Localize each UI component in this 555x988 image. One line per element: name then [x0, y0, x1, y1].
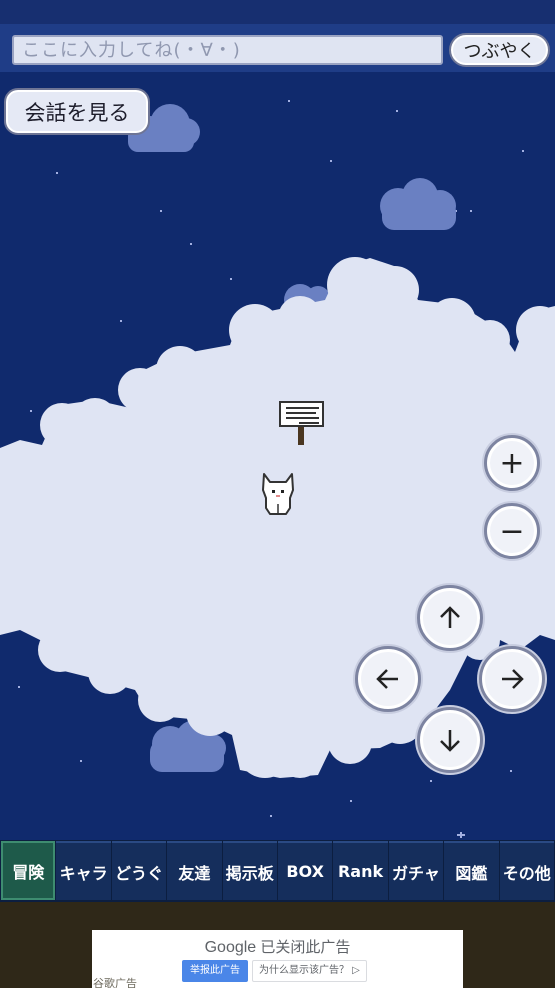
tab-board[interactable]: 掲示板	[222, 841, 277, 900]
game-viewport[interactable]: つぶやく 会話を見る + −	[0, 0, 555, 840]
report-ad-button[interactable]: 举报此广告	[182, 960, 248, 982]
bottom-menu: 冒険 キャラ どうぐ 友達 掲示板 BOX Rank ガチャ 図鑑 その他	[0, 840, 555, 902]
minus-icon: −	[499, 513, 525, 549]
zoom-out-button[interactable]: −	[484, 503, 540, 559]
chat-input[interactable]	[12, 35, 443, 65]
tab-friends[interactable]: 友達	[167, 841, 222, 900]
tab-box[interactable]: BOX	[277, 841, 333, 900]
player-cat	[262, 473, 294, 515]
tweet-button[interactable]: つぶやく	[449, 33, 550, 67]
ad-area: Google 已关闭此广告 举报此广告 为什么显示该广告？ ▷ 谷歌广告	[0, 902, 555, 988]
google-logo: Google	[204, 939, 257, 956]
arrow-down-icon	[440, 730, 460, 752]
signboard[interactable]	[279, 401, 324, 445]
signboard-post	[298, 427, 304, 445]
move-down-button[interactable]	[417, 707, 483, 773]
move-right-button[interactable]	[479, 646, 545, 712]
zoom-in-button[interactable]: +	[484, 435, 540, 491]
plus-icon: +	[499, 445, 525, 481]
top-bar: つぶやく	[0, 0, 555, 72]
tab-items[interactable]: どうぐ	[111, 841, 167, 900]
tab-adventure[interactable]: 冒険	[1, 841, 56, 900]
tab-rank[interactable]: Rank	[333, 841, 388, 900]
ad-closed-box: Google 已关闭此广告 举报此广告 为什么显示该广告？ ▷	[92, 930, 463, 988]
move-left-button[interactable]	[355, 646, 421, 712]
arrow-right-icon	[502, 669, 524, 689]
ad-closed-message: Google 已关闭此广告	[92, 936, 463, 957]
arrow-left-icon	[376, 669, 398, 689]
why-this-ad-button[interactable]: 为什么显示该广告？ ▷	[252, 960, 367, 982]
tab-character[interactable]: キャラ	[56, 841, 111, 900]
view-chat-button[interactable]: 会話を見る	[4, 88, 150, 135]
tab-other[interactable]: その他	[499, 841, 554, 900]
tab-encyclopedia[interactable]: 図鑑	[444, 841, 499, 900]
ad-closed-text: 已关闭此广告	[260, 939, 351, 956]
top-strip	[0, 0, 555, 24]
signboard-board	[279, 401, 324, 427]
arrow-up-icon	[440, 606, 460, 628]
ad-label: 谷歌广告	[93, 977, 137, 988]
move-up-button[interactable]	[417, 585, 483, 651]
tab-gacha[interactable]: ガチャ	[388, 841, 444, 900]
